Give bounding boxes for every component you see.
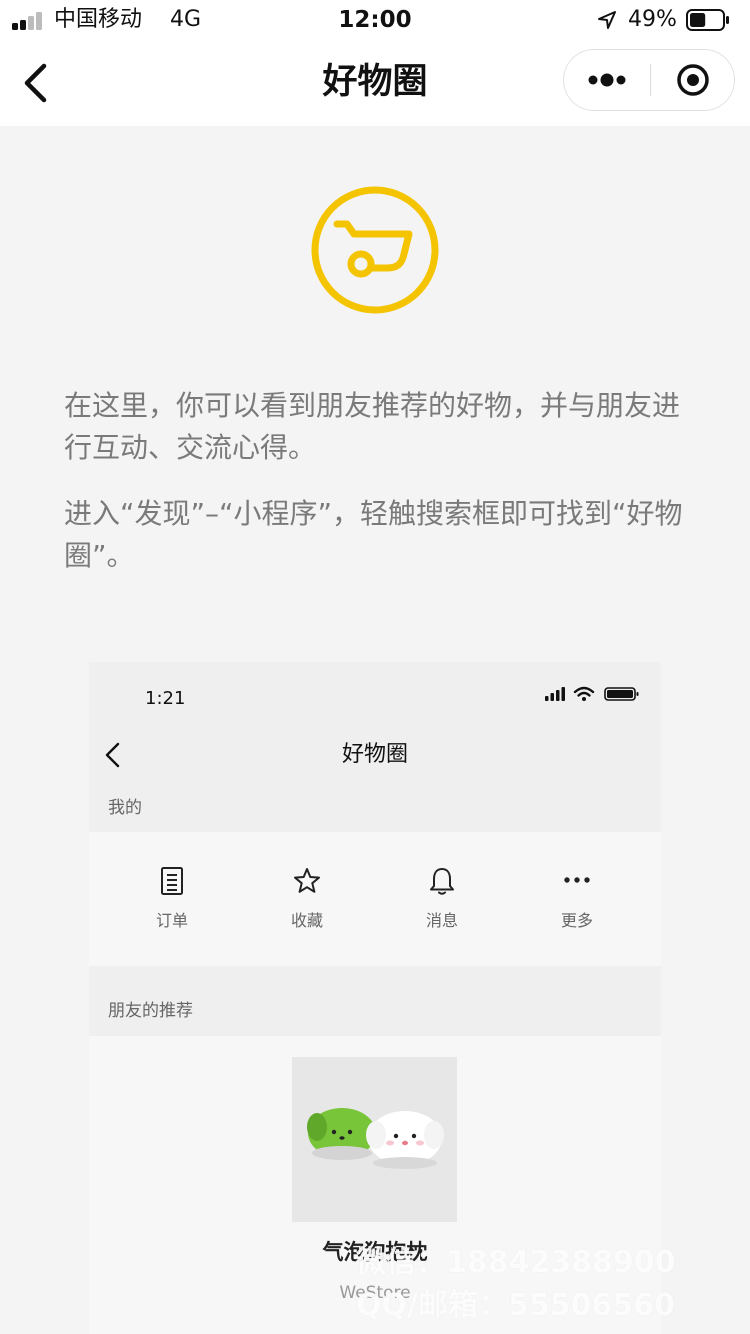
preview-time: 1:21 [145, 688, 186, 709]
mine-item-label: 收藏 [290, 911, 323, 930]
preview-nav-bar: 好物圈 [89, 726, 661, 786]
nav-bar: 好物圈 [0, 40, 750, 126]
page-title: 好物圈 [322, 62, 428, 102]
capsule-menu [563, 49, 735, 111]
preview-status-bar: 1:21 [89, 662, 661, 726]
watermark-line-1: 微信：18842388900 [356, 1245, 676, 1280]
location-arrow-icon [598, 11, 616, 29]
watermark-line-2: QQ/邮箱：55506560 [356, 1288, 675, 1323]
battery-percent: 49% [628, 7, 677, 32]
preview-status-icons [545, 686, 639, 701]
status-bar: 中国移动 4G 12:00 49% [0, 0, 750, 40]
bubble-dog-plush-image [307, 1108, 444, 1169]
battery-icon [686, 9, 729, 31]
shopping-cart-circle-icon [311, 186, 439, 314]
mine-item-more[interactable]: 更多 [527, 832, 627, 966]
mine-section-label: 我的 [108, 798, 142, 818]
mine-panel: 订单 收藏 消息 更多 [89, 832, 661, 966]
mine-item-orders[interactable]: 订单 [122, 832, 222, 966]
friends-section-label: 朋友的推荐 [108, 1001, 193, 1021]
target-close-icon[interactable] [651, 50, 735, 110]
mine-item-label: 消息 [425, 911, 458, 930]
product-image[interactable] [292, 1057, 457, 1222]
more-dots-icon [564, 877, 590, 883]
preview-title: 好物圈 [341, 742, 408, 767]
star-icon [294, 868, 320, 893]
intro-paragraph-2: 进入“发现”–“小程序”，轻触搜索框即可找到“好物圈”。 [64, 497, 683, 572]
intro-paragraph-1: 在这里，你可以看到朋友推荐的好物，并与朋友进行互动、交流心得。 [64, 389, 681, 464]
mine-item-label: 订单 [155, 911, 188, 930]
more-dots-icon[interactable] [564, 50, 649, 110]
mine-item-favorites[interactable]: 收藏 [257, 832, 357, 966]
order-list-icon [161, 867, 183, 895]
mine-item-messages[interactable]: 消息 [392, 832, 492, 966]
mine-item-label: 更多 [560, 911, 593, 930]
preview-screenshot: 1:21 好物圈 我的 订单 收藏 消息 更多 朋友的推荐 气泡狗抱枕 WeSt… [89, 662, 661, 1334]
chevron-left-icon[interactable] [14, 58, 60, 108]
bell-icon [430, 868, 454, 895]
chevron-left-icon[interactable] [99, 740, 125, 770]
